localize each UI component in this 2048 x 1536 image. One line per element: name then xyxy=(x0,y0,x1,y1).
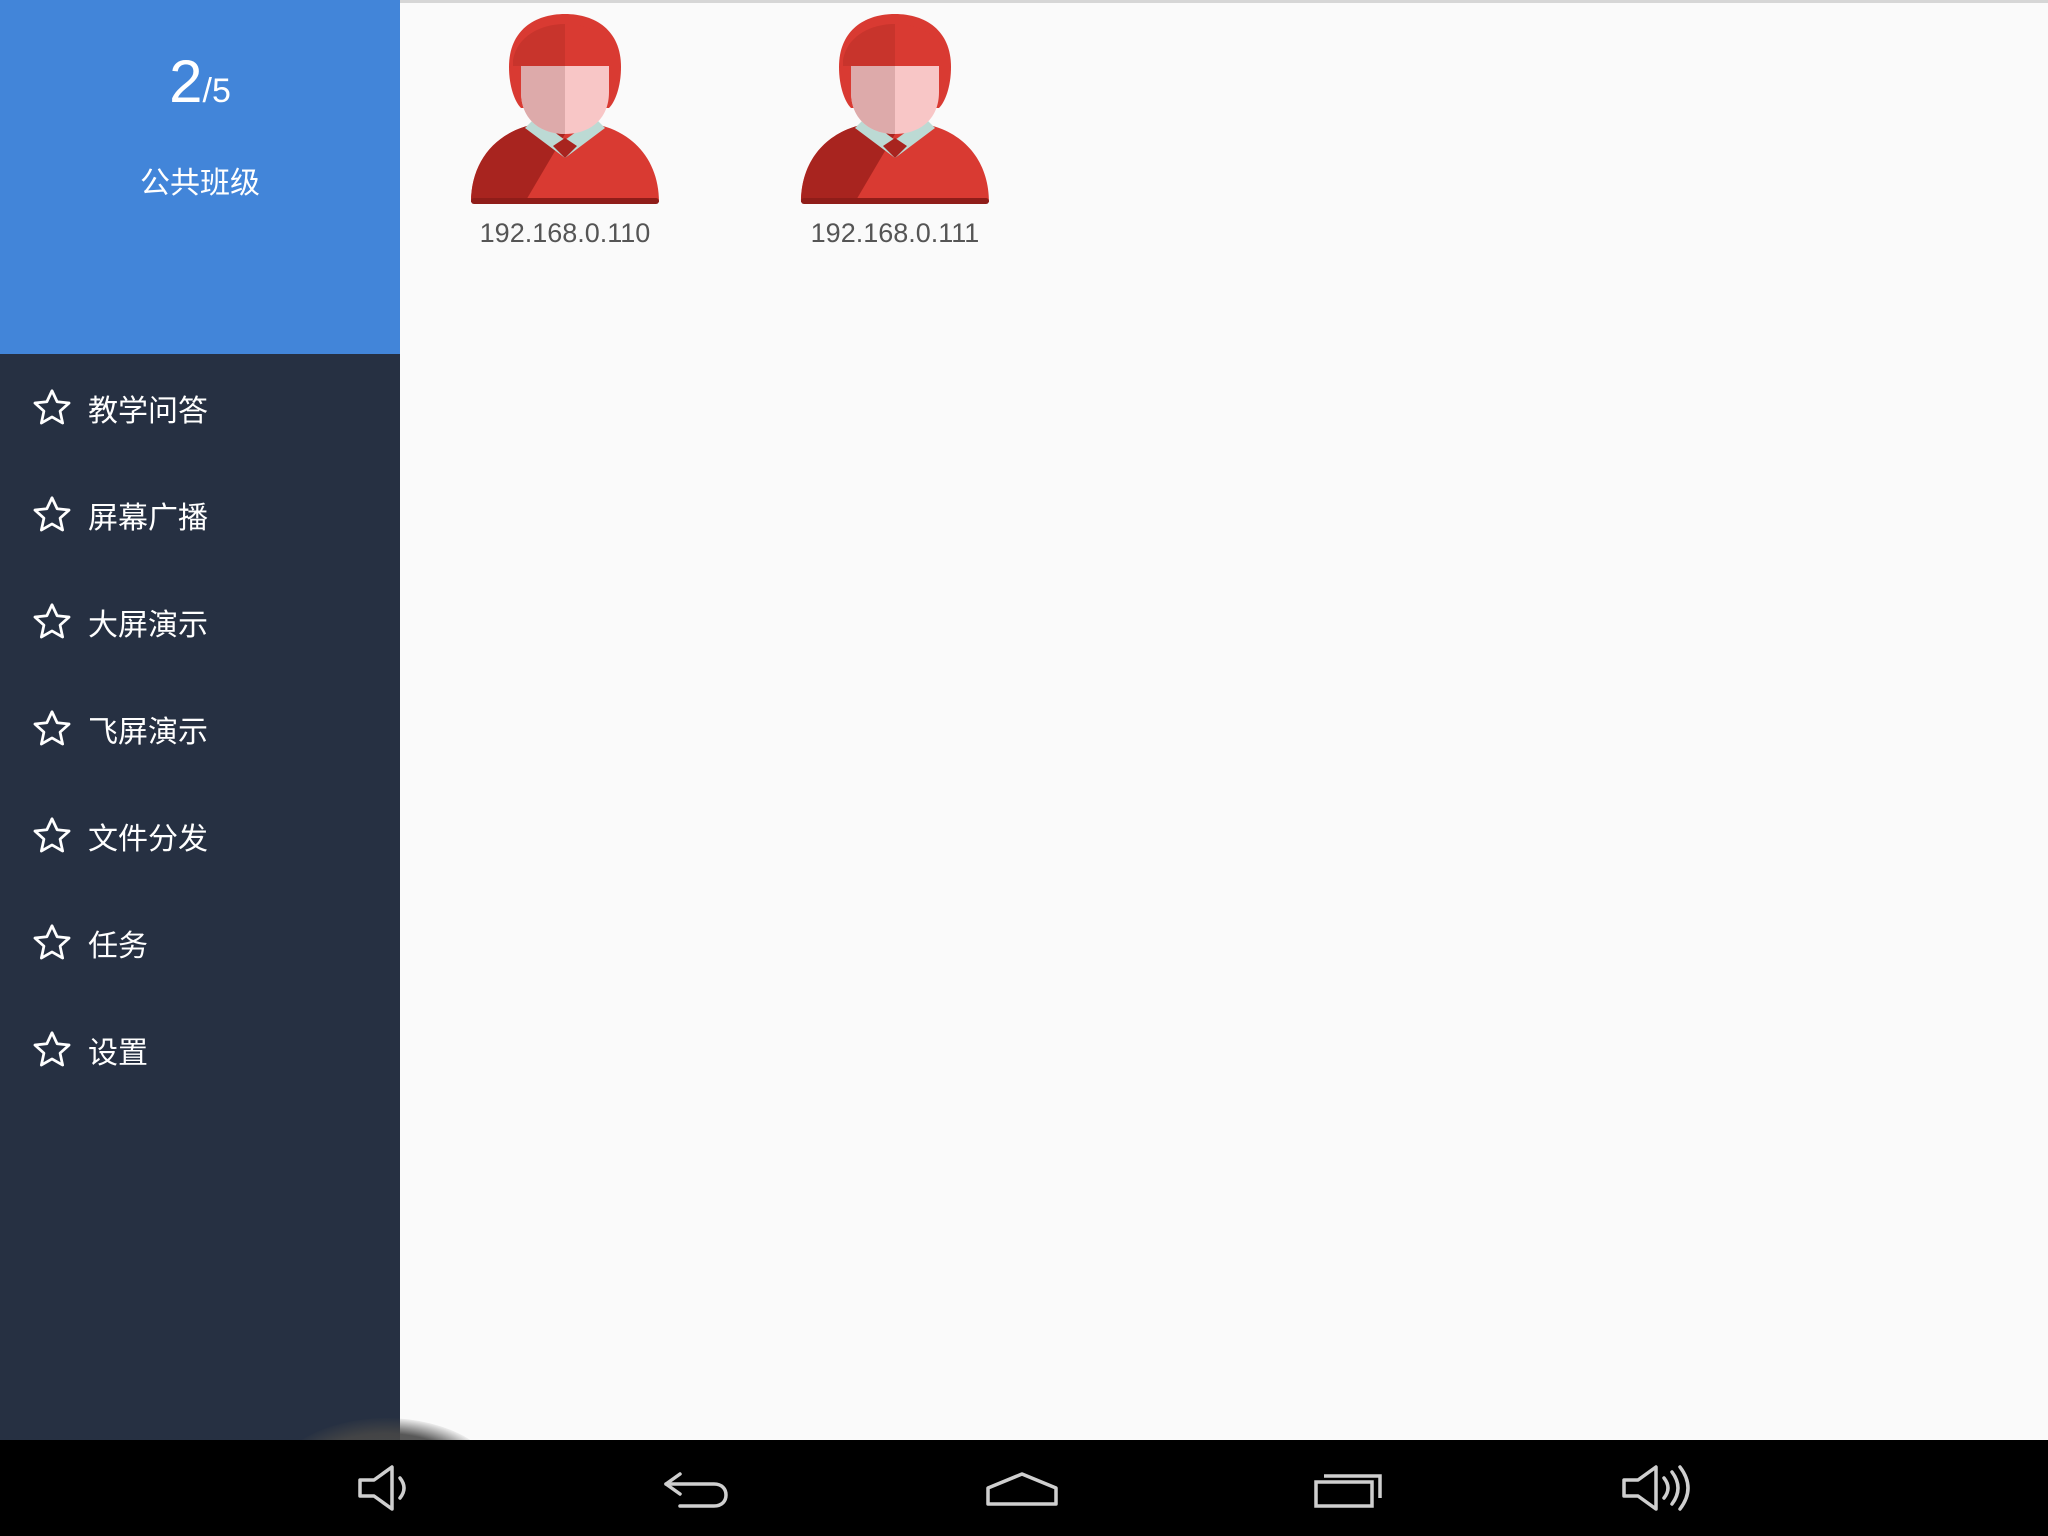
sidebar: 2/5 公共班级 教学问答 屏幕广播 大屏演示 飞屏演示 文件分发 任务 设置 xyxy=(0,0,400,1440)
menu-item-label: 文件分发 xyxy=(88,821,208,857)
app-root: 2/5 公共班级 教学问答 屏幕广播 大屏演示 飞屏演示 文件分发 任务 设置 … xyxy=(0,0,2048,1536)
student-ip: 192.168.0.110 xyxy=(479,218,651,248)
student-tile[interactable]: 192.168.0.110 xyxy=(450,12,680,262)
count-separator: / xyxy=(202,72,212,110)
sidebar-menu: 教学问答 屏幕广播 大屏演示 飞屏演示 文件分发 任务 设置 xyxy=(0,354,400,1103)
menu-item-tasks[interactable]: 任务 xyxy=(0,889,400,996)
top-divider xyxy=(400,0,2048,3)
sidebar-header: 2/5 公共班级 xyxy=(0,0,400,354)
volume-up-icon xyxy=(1622,1465,1690,1511)
online-total-count: 5 xyxy=(211,72,231,110)
student-avatar-icon xyxy=(471,14,659,204)
student-avatar-icon xyxy=(801,14,989,204)
home-button[interactable] xyxy=(966,1440,1078,1536)
menu-item-big-screen-demo[interactable]: 大屏演示 xyxy=(0,568,400,675)
back-icon xyxy=(664,1472,728,1508)
star-outline-icon xyxy=(30,921,74,965)
volume-up-button[interactable] xyxy=(1600,1440,1712,1536)
star-outline-icon xyxy=(30,493,74,537)
menu-item-fly-screen-demo[interactable]: 飞屏演示 xyxy=(0,675,400,782)
menu-item-settings[interactable]: 设置 xyxy=(0,996,400,1103)
menu-item-teaching-qa[interactable]: 教学问答 xyxy=(0,354,400,461)
volume-down-button[interactable] xyxy=(330,1440,442,1536)
menu-item-screen-broadcast[interactable]: 屏幕广播 xyxy=(0,461,400,568)
menu-item-label: 屏幕广播 xyxy=(88,500,208,536)
menu-item-label: 任务 xyxy=(88,928,148,964)
star-outline-icon xyxy=(30,1028,74,1072)
student-grid: 192.168.0.110 192.168.0.111 xyxy=(400,0,2048,1440)
menu-item-label: 大屏演示 xyxy=(88,607,208,643)
star-outline-icon xyxy=(30,600,74,644)
menu-item-label: 教学问答 xyxy=(88,393,208,429)
online-count: 2/5 xyxy=(0,52,400,112)
system-navigation-bar xyxy=(0,1440,2048,1536)
student-ip: 192.168.0.111 xyxy=(810,218,980,248)
recent-apps-button[interactable] xyxy=(1292,1440,1404,1536)
star-outline-icon xyxy=(30,707,74,751)
back-button[interactable] xyxy=(640,1440,752,1536)
star-outline-icon xyxy=(30,814,74,858)
menu-item-file-distribution[interactable]: 文件分发 xyxy=(0,782,400,889)
student-tile[interactable]: 192.168.0.111 xyxy=(780,12,1010,262)
class-name: 公共班级 xyxy=(140,166,260,201)
online-current-count: 2 xyxy=(169,48,203,115)
menu-item-label: 设置 xyxy=(88,1035,148,1071)
volume-down-icon xyxy=(358,1465,406,1511)
star-outline-icon xyxy=(30,386,74,430)
home-icon xyxy=(986,1472,1058,1506)
menu-item-label: 飞屏演示 xyxy=(88,714,208,750)
recent-apps-icon xyxy=(1314,1474,1382,1508)
